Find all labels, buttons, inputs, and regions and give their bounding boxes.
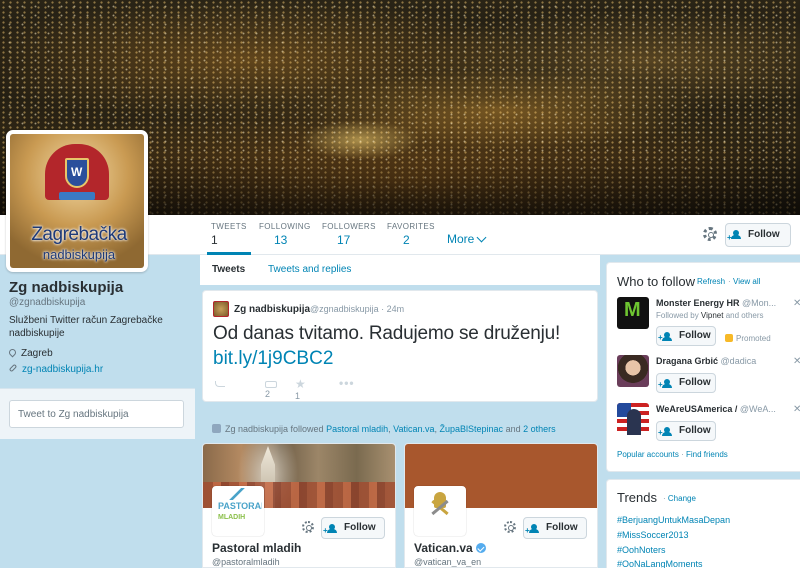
card-avatar[interactable] <box>414 486 466 536</box>
gear-icon[interactable] <box>302 521 314 533</box>
suggestion-item[interactable]: WeAreUSAmerica / @WeA... ✕ Follow <box>617 403 800 442</box>
activity-user-link[interactable]: Vatican.va <box>393 424 434 434</box>
follow-button[interactable]: Follow <box>656 326 716 347</box>
follow-button[interactable]: Follow <box>321 517 385 541</box>
stat-tweets[interactable]: TWEETS 1 <box>207 222 251 255</box>
dismiss-icon[interactable]: ✕ <box>793 298 800 309</box>
promoted-icon <box>725 334 733 342</box>
follow-person-icon <box>658 376 672 394</box>
trends-title: Trends <box>617 490 657 505</box>
activity-others-link[interactable]: 2 others <box>523 424 556 434</box>
reply-button[interactable] <box>215 379 225 389</box>
follow-button[interactable]: Follow <box>725 223 791 249</box>
who-to-follow-title: Who to follow <box>617 274 696 289</box>
tweet-author-name[interactable]: Zg nadbiskupija <box>234 304 310 315</box>
who-to-follow-module: Who to follow · Refresh · View all M Mon… <box>606 262 800 472</box>
change-trends-link[interactable]: · Change <box>663 494 696 503</box>
suggestion-item[interactable]: Dragana Grbić @dadica ✕ Follow <box>617 355 800 394</box>
trends-module: Trends · Change #BerjuangUntukMasaDepan … <box>606 479 800 568</box>
tweet-text: Od danas tvitamo. Radujemo se druženju! <box>213 323 561 344</box>
follow-activity-icon <box>212 424 221 433</box>
trend-item[interactable]: #MissSoccer2013 <box>617 530 689 540</box>
follow-person-icon <box>525 521 539 541</box>
activity-user-link[interactable]: Pastoral mladih <box>326 424 388 434</box>
user-card-pastoral-mladih[interactable]: PASTORAL MLADIH Follow Pastoral mladih @… <box>202 443 396 568</box>
stat-following[interactable]: FOLLOWING 13 <box>259 222 311 247</box>
tweet-author-handle[interactable]: @zgnadbiskupija · 24m <box>310 304 404 314</box>
profile-handle[interactable]: @zgnadbiskupija <box>9 297 85 308</box>
coat-of-arms-icon <box>45 144 109 204</box>
papal-keys-icon <box>428 492 452 526</box>
follow-person-icon <box>658 329 672 347</box>
suggestion-item[interactable]: M Monster Energy HR @Mon... ✕ Followed b… <box>617 297 800 347</box>
card-avatar[interactable]: PASTORAL MLADIH <box>212 486 264 536</box>
follow-button[interactable]: Follow <box>656 421 716 442</box>
suggestion-avatar[interactable] <box>617 355 649 387</box>
find-friends-link[interactable]: Find friends <box>686 450 728 459</box>
gear-icon[interactable] <box>703 227 717 241</box>
profile-name: Zg nadbiskupija <box>9 279 124 296</box>
star-icon: ★ <box>295 377 306 391</box>
refresh-link[interactable]: Refresh <box>697 277 725 286</box>
popular-accounts-link[interactable]: Popular accounts <box>617 450 679 459</box>
retweet-button[interactable]: 2 <box>265 379 277 399</box>
profile-location: Zagreb <box>7 347 53 359</box>
more-dots-icon: ••• <box>339 376 355 390</box>
card-user-name[interactable]: Pastoral mladih <box>212 541 301 555</box>
avatar-text-line2: nadbiskupija <box>42 247 116 262</box>
gear-icon[interactable] <box>504 521 516 533</box>
suggestion-avatar[interactable] <box>617 403 649 435</box>
card-user-name[interactable]: Vatican.va <box>414 541 486 555</box>
column-gutter <box>195 255 200 568</box>
retweet-icon <box>265 381 277 388</box>
view-all-link[interactable]: View all <box>733 277 760 286</box>
activity-user-link[interactable]: ŽupaBlStepinac <box>440 424 504 434</box>
more-menu[interactable]: More <box>447 232 487 246</box>
follow-person-icon <box>727 227 741 249</box>
activity-summary: Zg nadbiskupija followed Pastoral mladih… <box>212 424 556 434</box>
card-user-handle[interactable]: @vatican_va_en <box>414 557 481 567</box>
reply-icon <box>215 381 225 387</box>
verified-badge-icon <box>475 543 486 553</box>
suggestion-avatar[interactable]: M <box>617 297 649 329</box>
location-pin-icon <box>7 347 18 358</box>
more-actions-button[interactable]: ••• <box>339 376 355 390</box>
follow-person-icon <box>658 424 672 442</box>
monster-claw-icon: M <box>624 299 641 321</box>
promoted-label: Promoted <box>725 334 771 343</box>
chevron-down-icon <box>476 232 487 243</box>
avatar-text-line1: Zagrebačka <box>31 224 127 245</box>
tweet-card[interactable]: Zg nadbiskupija @zgnadbiskupija · 24m Od… <box>202 290 598 402</box>
profile-avatar[interactable]: Zagrebačka nadbiskupija <box>6 130 148 272</box>
dismiss-icon[interactable]: ✕ <box>793 356 800 367</box>
follow-person-icon <box>323 521 337 541</box>
tweet-to-input[interactable]: Tweet to Zg nadbiskupija <box>9 400 184 428</box>
link-icon <box>8 363 18 373</box>
tab-tweets-and-replies[interactable]: Tweets and replies <box>268 264 351 275</box>
profile-url[interactable]: zg-nadbiskupija.hr <box>8 363 103 375</box>
stat-favorites[interactable]: FAVORITES 2 <box>387 222 435 247</box>
tab-tweets[interactable]: Tweets <box>212 264 245 275</box>
follow-button[interactable]: Follow <box>523 517 587 541</box>
trend-item[interactable]: #BerjuangUntukMasaDepan <box>617 515 730 525</box>
trend-item[interactable]: #OoNaLangMoments <box>617 559 703 568</box>
profile-bio: Službeni Twitter račun Zagrebačke nadbis… <box>9 315 163 339</box>
timeline-tabs: Tweets Tweets and replies <box>200 255 600 285</box>
tweet-to-box: Tweet to Zg nadbiskupija <box>0 388 195 439</box>
user-card-vatican[interactable]: Follow Vatican.va @vatican_va_en <box>404 443 598 568</box>
tweet-avatar[interactable] <box>213 301 229 317</box>
favorite-button[interactable]: ★ 1 <box>295 377 306 401</box>
follow-button[interactable]: Follow <box>656 373 716 394</box>
trend-item[interactable]: #OohNoters <box>617 545 666 555</box>
tweet-link[interactable]: bit.ly/1j9CBC2 <box>213 348 333 370</box>
stat-followers[interactable]: FOLLOWERS 17 <box>322 222 376 247</box>
dismiss-icon[interactable]: ✕ <box>793 404 800 415</box>
card-user-handle[interactable]: @pastoralmladih <box>212 557 280 567</box>
